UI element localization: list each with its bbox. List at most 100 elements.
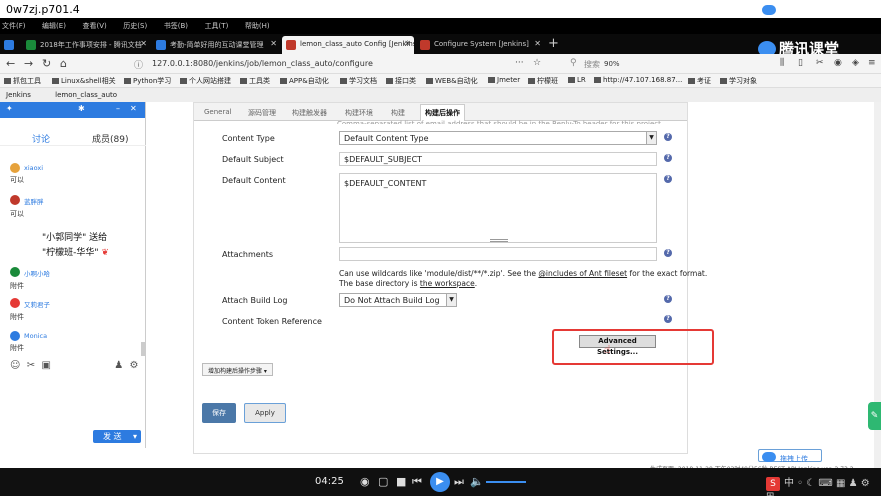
tab-post-build[interactable]: 构建后操作 xyxy=(420,104,465,121)
bookmark-folder[interactable]: 接口类 xyxy=(386,76,416,86)
breadcrumb-jenkins[interactable]: Jenkins xyxy=(6,91,31,99)
tab-general[interactable]: General xyxy=(204,108,232,116)
bookmark-star-icon[interactable]: ☆ xyxy=(533,58,541,68)
tab-discuss[interactable]: 讨论 xyxy=(32,132,50,145)
tab-triggers[interactable]: 构建触发器 xyxy=(292,108,327,118)
tray-icons[interactable]: 中 ◦ ☾ ⌨ ▦ ♟ ⚙ ⊞ xyxy=(766,478,870,496)
tab-scm[interactable]: 源码管理 xyxy=(248,108,276,118)
apply-button[interactable]: Apply xyxy=(244,403,286,423)
help-icon[interactable]: ? xyxy=(664,249,672,257)
bookmark-folder[interactable]: 学习文档 xyxy=(340,76,377,86)
bookmark-folder[interactable]: LR xyxy=(568,76,586,84)
ant-fileset-link[interactable]: @includes of Ant fileset xyxy=(538,269,627,278)
volume-icon[interactable]: 🔈 xyxy=(470,475,484,488)
save-button[interactable]: 保存 xyxy=(202,403,236,423)
tab-attendance[interactable]: 考勤-简单好用的互动课堂管理 ✕ xyxy=(152,36,280,54)
tab-configure-system[interactable]: Configure System [Jenkins] ✕ xyxy=(416,36,544,54)
menu-icon[interactable]: ≡ xyxy=(868,58,876,68)
menu-view[interactable]: 查看(V) xyxy=(82,22,106,30)
tab-lemon-config[interactable]: lemon_class_auto Config [Jenkins] ✕ xyxy=(282,36,414,54)
minimize-icon[interactable]: – xyxy=(116,104,120,113)
screen-icon[interactable]: ▢ xyxy=(378,475,388,488)
library-icon[interactable]: ⫼ xyxy=(780,58,784,68)
previous-icon[interactable]: ⏮ xyxy=(412,475,422,489)
send-button[interactable]: 发 送 ▾ xyxy=(93,430,141,443)
menu-tools[interactable]: 工具(T) xyxy=(205,22,229,30)
chat-scrollbar[interactable] xyxy=(141,342,145,356)
close-tab-icon[interactable]: ✕ xyxy=(140,39,147,48)
workspace-link[interactable]: the workspace xyxy=(420,279,475,288)
attachments-field[interactable] xyxy=(339,247,657,261)
emoji-icon[interactable]: ☺ xyxy=(10,360,20,371)
tab-build[interactable]: 构建 xyxy=(391,108,405,118)
help-icon[interactable]: ? xyxy=(664,295,672,303)
help-icon[interactable]: ? xyxy=(664,154,672,162)
bookmark-folder[interactable]: WEB&自动化 xyxy=(426,76,478,86)
menu-file[interactable]: 文件(F) xyxy=(2,22,26,30)
record-icon[interactable]: ◉ xyxy=(360,475,370,488)
side-float-button[interactable]: ✎ xyxy=(868,402,881,430)
bookmark-folder[interactable]: 学习对象 xyxy=(720,76,757,86)
reload-icon[interactable]: ↻ xyxy=(42,57,51,70)
menu-help[interactable]: 帮助(H) xyxy=(245,22,270,30)
settings-icon[interactable]: ⚙ xyxy=(130,360,139,371)
tab-members[interactable]: 成员(89) xyxy=(92,132,128,145)
upload-overlay[interactable]: 拖拽上传 xyxy=(762,4,840,22)
new-tab-button[interactable]: + xyxy=(548,36,559,51)
bookmark-folder[interactable]: Jmeter xyxy=(488,76,520,84)
close-tab-icon[interactable]: ✕ xyxy=(404,39,411,48)
window-close-icon[interactable]: ✕ xyxy=(855,4,863,14)
sidebar-icon[interactable]: ▯ xyxy=(798,58,803,68)
tab-tencent-docs[interactable]: 2018年工作事项安排 - 腾讯文档 ✕ xyxy=(22,36,150,54)
image-icon[interactable]: ▣ xyxy=(42,360,51,371)
bookmark-folder[interactable]: 考证 xyxy=(688,76,711,86)
resize-handle[interactable] xyxy=(490,239,508,242)
close-tab-icon[interactable]: ✕ xyxy=(534,39,541,48)
extension-icon[interactable]: ◉ xyxy=(834,58,842,68)
volume-slider[interactable] xyxy=(486,481,526,483)
forward-icon[interactable]: → xyxy=(24,57,33,70)
help-icon[interactable]: ? xyxy=(664,175,672,183)
default-content-textarea[interactable]: $DEFAULT_CONTENT xyxy=(339,173,657,243)
breadcrumb-job[interactable]: lemon_class_auto xyxy=(55,91,117,99)
upload-button-small[interactable]: 拖拽上传 xyxy=(758,449,822,463)
home-icon[interactable]: ⌂ xyxy=(60,57,67,70)
search-input[interactable]: ⚲ 搜索 xyxy=(566,56,726,72)
extension-icon[interactable]: ◈ xyxy=(852,58,859,68)
back-icon[interactable]: ← xyxy=(6,57,15,70)
pin-icon[interactable]: ✦ xyxy=(6,104,13,113)
help-icon[interactable]: ? xyxy=(664,315,672,323)
bookmark-folder[interactable]: Python学习 xyxy=(124,76,171,86)
bookmark-folder[interactable]: Linux&shell相关 xyxy=(52,76,116,86)
help-icon[interactable]: ? xyxy=(664,133,672,141)
pin-icon[interactable]: ✱ xyxy=(78,104,85,113)
add-post-build-step-button[interactable]: 增加构建后操作步骤 ▾ xyxy=(202,363,273,376)
url-field[interactable]: ⓘ 127.0.0.1:8080/jenkins/job/lemon_class… xyxy=(124,56,620,72)
close-icon[interactable]: ✕ xyxy=(130,104,137,113)
attach-build-log-select[interactable]: Do Not Attach Build Log ▼ xyxy=(339,293,457,307)
content-type-label: Content Type xyxy=(222,134,275,143)
menu-bookmarks[interactable]: 书签(B) xyxy=(164,22,188,30)
bookmark-folder[interactable]: APP&自动化 xyxy=(280,76,329,86)
bookmark-folder[interactable]: 柠檬班 xyxy=(528,76,558,86)
tab-bar: 2018年工作事项安排 - 腾讯文档 ✕ 考勤-简单好用的互动课堂管理 ✕ lemo… xyxy=(0,34,881,54)
content-type-select[interactable]: Default Content Type ▼ xyxy=(339,131,657,145)
scissors-icon[interactable]: ✂ xyxy=(27,360,35,371)
screenshot-icon[interactable]: ✂ xyxy=(816,58,824,68)
bookmark-folder[interactable]: 抓包工具 xyxy=(4,76,41,86)
menu-history[interactable]: 历史(S) xyxy=(123,22,147,30)
bookmark-link[interactable]: http://47.107.168.87... xyxy=(594,76,682,84)
tab-environment[interactable]: 构建环境 xyxy=(345,108,373,118)
users-icon[interactable]: ♟ xyxy=(114,360,123,371)
tab-pinned[interactable] xyxy=(2,36,16,54)
bookmark-folder[interactable]: 工具类 xyxy=(240,76,270,86)
menu-edit[interactable]: 编辑(E) xyxy=(42,22,66,30)
more-icon[interactable]: ··· xyxy=(515,58,524,68)
stop-icon[interactable]: ■ xyxy=(396,475,406,488)
next-icon[interactable]: ⏭ xyxy=(454,475,464,489)
play-button[interactable]: ▶ xyxy=(430,472,450,492)
close-tab-icon[interactable]: ✕ xyxy=(270,39,277,48)
default-subject-field[interactable]: $DEFAULT_SUBJECT xyxy=(339,152,657,166)
bookmark-folder[interactable]: 个人网站搭建 xyxy=(180,76,231,86)
sogou-icon[interactable]: S xyxy=(766,477,780,491)
